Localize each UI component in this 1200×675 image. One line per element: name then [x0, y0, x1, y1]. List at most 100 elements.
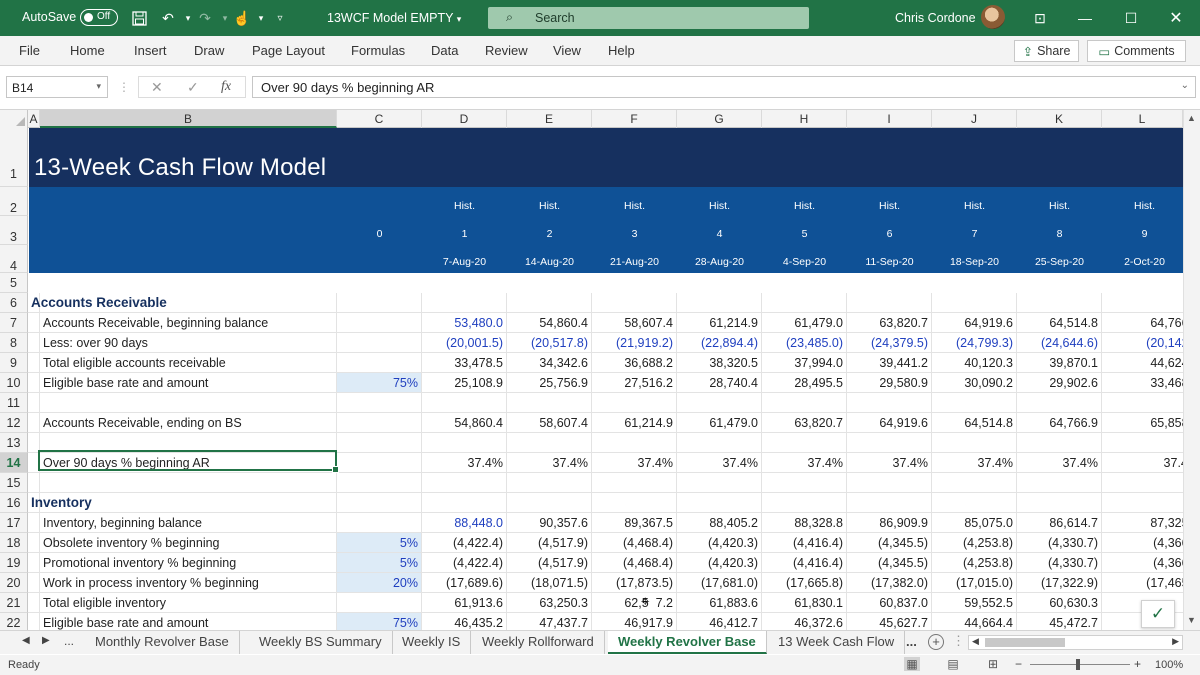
- row-label[interactable]: Total eligible inventory: [40, 593, 337, 613]
- value-cell[interactable]: [762, 493, 847, 513]
- value-cell[interactable]: [847, 293, 932, 313]
- value-cell[interactable]: [592, 493, 677, 513]
- sheet-tab[interactable]: Weekly IS: [392, 631, 472, 654]
- value-cell[interactable]: (17,382.0): [847, 573, 932, 593]
- column-header-j[interactable]: J: [932, 110, 1017, 128]
- cell-a[interactable]: [28, 533, 40, 553]
- header-week[interactable]: 3: [592, 228, 677, 240]
- row-header-1[interactable]: 1: [0, 128, 28, 187]
- value-cell[interactable]: (4,420.3): [677, 553, 762, 573]
- column-header-e[interactable]: E: [507, 110, 592, 128]
- touch-mode-icon[interactable]: ☝: [232, 8, 252, 28]
- value-cell[interactable]: 59,552.5: [932, 593, 1017, 613]
- maximize-icon[interactable]: ☐: [1121, 8, 1141, 28]
- rate-input[interactable]: [337, 473, 422, 493]
- formula-input[interactable]: Over 90 days % beginning AR ⌄: [252, 76, 1196, 98]
- horizontal-scrollbar[interactable]: ◀ ▶: [968, 635, 1183, 650]
- value-cell[interactable]: 54,860.4: [422, 413, 507, 433]
- row-label[interactable]: Eligible base rate and amount: [40, 373, 337, 393]
- tab-file[interactable]: File: [19, 43, 40, 58]
- column-header-h[interactable]: H: [762, 110, 847, 128]
- avatar[interactable]: [981, 5, 1005, 29]
- row-header-21[interactable]: 21: [0, 593, 28, 613]
- value-cell[interactable]: 61,214.9: [677, 313, 762, 333]
- tab-page-layout[interactable]: Page Layout: [252, 43, 325, 58]
- header-date[interactable]: 2-Oct-20: [1102, 256, 1187, 268]
- search-box[interactable]: ⌕ Search: [488, 7, 809, 29]
- value-cell[interactable]: 58,607.4: [507, 413, 592, 433]
- rate-input[interactable]: 5%: [337, 533, 422, 553]
- value-cell[interactable]: [422, 293, 507, 313]
- value-cell[interactable]: (4,330.7): [1017, 533, 1102, 553]
- header-date[interactable]: 25-Sep-20: [1017, 256, 1102, 268]
- cell-a[interactable]: [28, 553, 40, 573]
- tab-data[interactable]: Data: [431, 43, 458, 58]
- header-week[interactable]: 7: [932, 228, 1017, 240]
- value-cell[interactable]: 53,480.0: [422, 313, 507, 333]
- value-cell[interactable]: 44,664.4: [932, 613, 1017, 630]
- value-cell[interactable]: 61,830.1: [762, 593, 847, 613]
- column-header-k[interactable]: K: [1017, 110, 1102, 128]
- value-cell[interactable]: [677, 433, 762, 453]
- value-cell[interactable]: [677, 473, 762, 493]
- value-cell[interactable]: (4,517.9): [507, 553, 592, 573]
- check-icon[interactable]: ✓: [1141, 600, 1175, 628]
- drag-handle-icon[interactable]: ⋮: [118, 80, 130, 94]
- rate-input[interactable]: [337, 493, 422, 513]
- section-heading[interactable]: Inventory: [28, 493, 337, 513]
- value-cell[interactable]: 64,766.9: [1017, 413, 1102, 433]
- value-cell[interactable]: [932, 473, 1017, 493]
- cell-a[interactable]: [28, 373, 40, 393]
- rate-input[interactable]: [337, 413, 422, 433]
- header-date[interactable]: 11-Sep-20: [847, 256, 932, 268]
- undo-icon[interactable]: ↶: [158, 8, 178, 28]
- row-header-12[interactable]: 12: [0, 413, 28, 433]
- comments-button[interactable]: ▭ Comments: [1087, 40, 1186, 62]
- value-cell[interactable]: 88,328.8: [762, 513, 847, 533]
- value-cell[interactable]: 46,412.7: [677, 613, 762, 630]
- cell-a[interactable]: [28, 393, 40, 413]
- value-cell[interactable]: (4,345.5): [847, 533, 932, 553]
- header-week[interactable]: 5: [762, 228, 847, 240]
- value-cell[interactable]: 64,919.6: [932, 313, 1017, 333]
- value-cell[interactable]: [677, 293, 762, 313]
- value-cell[interactable]: [762, 473, 847, 493]
- value-cell[interactable]: 39,441.2: [847, 353, 932, 373]
- value-cell[interactable]: 37,994.0: [762, 353, 847, 373]
- value-cell[interactable]: (4,468.4): [592, 553, 677, 573]
- column-header-g[interactable]: G: [677, 110, 762, 128]
- touch-dropdown-icon[interactable]: ▾: [251, 8, 271, 28]
- rate-input[interactable]: [337, 453, 422, 473]
- value-cell[interactable]: [762, 293, 847, 313]
- row-header-5[interactable]: 5: [0, 273, 28, 293]
- sheet-title[interactable]: 13-Week Cash Flow Model: [34, 154, 326, 182]
- normal-view-icon[interactable]: ▦: [904, 657, 920, 671]
- value-cell[interactable]: [677, 493, 762, 513]
- row-label[interactable]: Obsolete inventory % beginning: [40, 533, 337, 553]
- tab-help[interactable]: Help: [608, 43, 635, 58]
- header-hist[interactable]: Hist.: [847, 200, 932, 212]
- rate-input[interactable]: 75%: [337, 373, 422, 393]
- value-cell[interactable]: 29,902.6: [1017, 373, 1102, 393]
- value-cell[interactable]: 88,405.2: [677, 513, 762, 533]
- value-cell[interactable]: (4,517.9): [507, 533, 592, 553]
- value-cell[interactable]: (17,689.6): [422, 573, 507, 593]
- sheet-tab[interactable]: 13 Week Cash Flow: [768, 631, 906, 654]
- value-cell[interactable]: 46,435.2: [422, 613, 507, 630]
- tab-home[interactable]: Home: [70, 43, 105, 58]
- more-sheets-right-icon[interactable]: ...: [906, 634, 917, 649]
- header-week[interactable]: 8: [1017, 228, 1102, 240]
- cell-a[interactable]: [28, 413, 40, 433]
- cell-a[interactable]: [28, 513, 40, 533]
- close-icon[interactable]: ✕: [1166, 8, 1186, 28]
- redo-icon[interactable]: ↷: [195, 8, 215, 28]
- value-cell[interactable]: [422, 473, 507, 493]
- row-header-20[interactable]: 20: [0, 573, 28, 593]
- rate-input[interactable]: [337, 593, 422, 613]
- value-cell[interactable]: 37.4%: [677, 453, 762, 473]
- row-header-15[interactable]: 15: [0, 473, 28, 493]
- value-cell[interactable]: 45,627.7: [847, 613, 932, 630]
- tab-insert[interactable]: Insert: [134, 43, 167, 58]
- header-week[interactable]: 2: [507, 228, 592, 240]
- minimize-icon[interactable]: —: [1075, 8, 1095, 28]
